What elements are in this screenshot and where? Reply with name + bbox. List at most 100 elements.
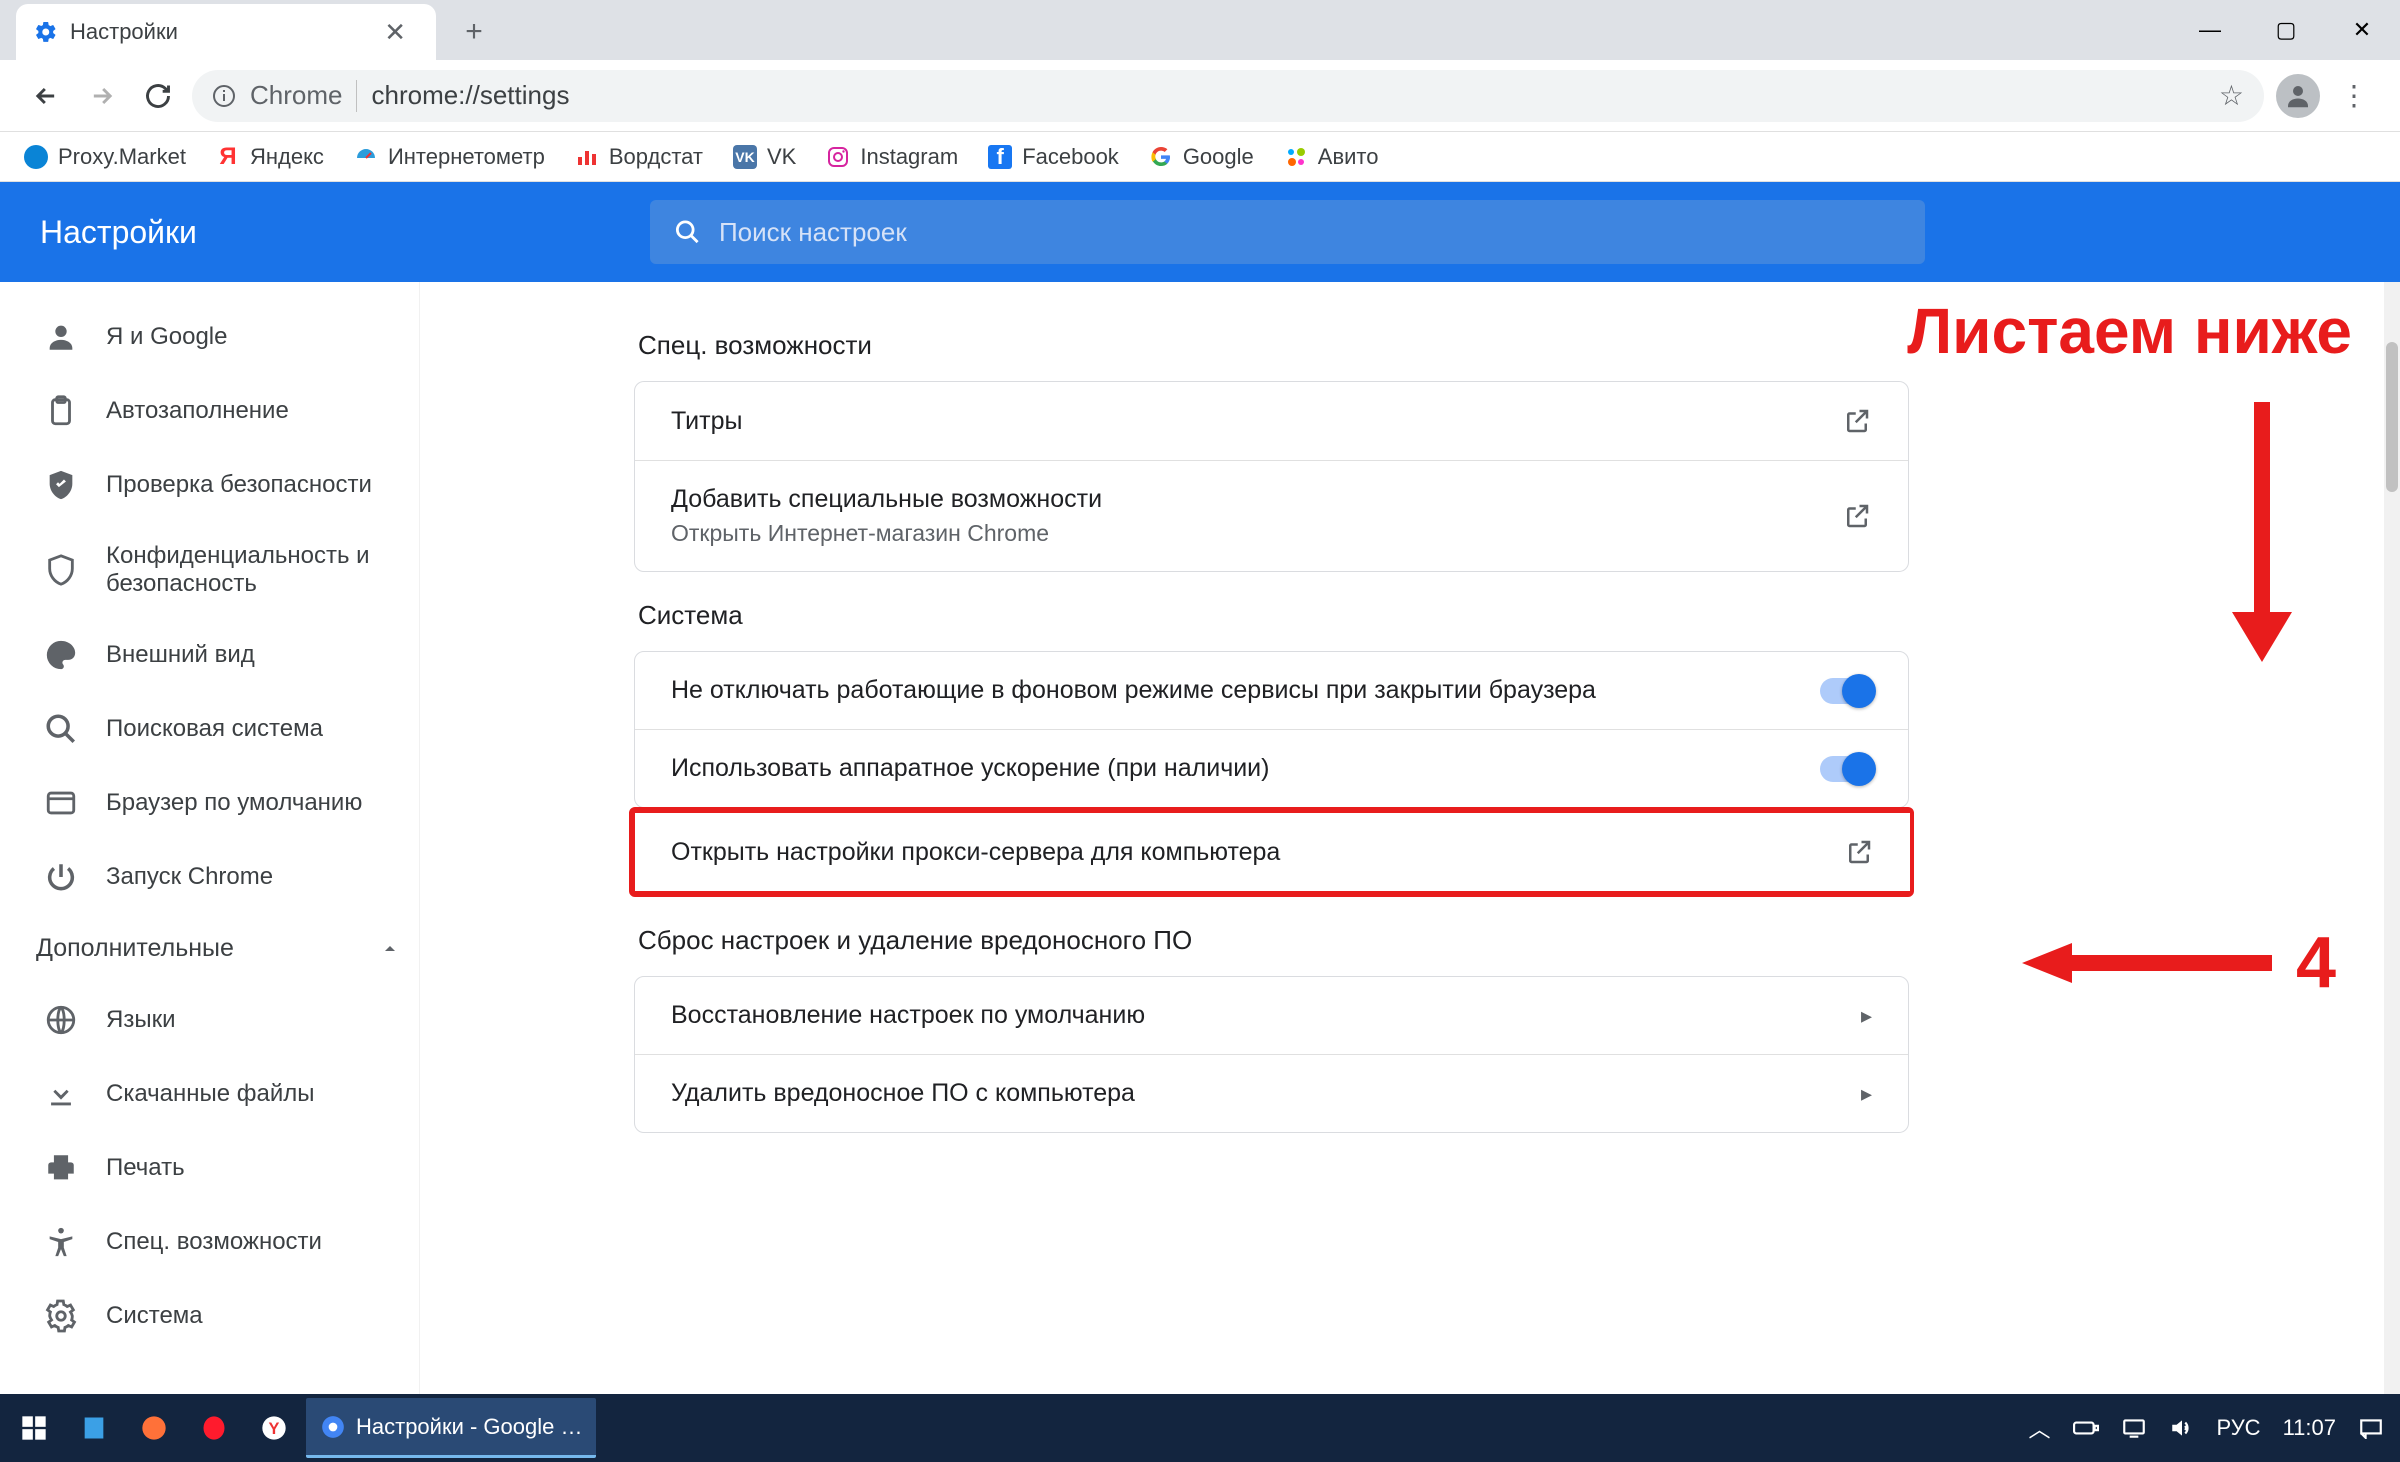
sidebar-item-label: Автозаполнение — [106, 397, 289, 425]
toggle-hardware-accel[interactable] — [1820, 756, 1872, 782]
back-button[interactable] — [24, 74, 68, 118]
taskbar-app-opera[interactable] — [186, 1398, 242, 1458]
palette-icon — [44, 638, 78, 672]
taskbar-app-notepad[interactable] — [66, 1398, 122, 1458]
sidebar-item-label: Система — [106, 1302, 203, 1330]
settings-search[interactable] — [650, 200, 1925, 264]
bookmark-proxymarket[interactable]: Proxy.Market — [24, 144, 186, 170]
sidebar-item-languages[interactable]: Языки — [0, 983, 434, 1057]
bookmark-star-button[interactable]: ☆ — [2219, 79, 2244, 112]
row-add-accessibility[interactable]: Добавить специальные возможности Открыть… — [635, 460, 1908, 571]
sidebar-item-safety-check[interactable]: Проверка безопасности — [0, 448, 434, 522]
taskbar-app-label: Настройки - Google … — [356, 1414, 582, 1440]
sidebar-item-privacy[interactable]: Конфиденциальность и безопасность — [0, 522, 434, 618]
sidebar-scrollbar[interactable] — [420, 282, 434, 1394]
minimize-button[interactable]: — — [2172, 4, 2248, 56]
reload-button[interactable] — [136, 74, 180, 118]
sidebar-item-appearance[interactable]: Внешний вид — [0, 618, 434, 692]
sidebar-item-on-startup[interactable]: Запуск Chrome — [0, 840, 434, 914]
bookmark-instagram[interactable]: Instagram — [826, 144, 958, 170]
bookmark-label: Instagram — [860, 144, 958, 170]
content-scrollbar[interactable] — [2384, 282, 2400, 1394]
row-captions[interactable]: Титры — [635, 382, 1908, 460]
sidebar-item-system[interactable]: Система — [0, 1279, 434, 1353]
bookmark-label: Proxy.Market — [58, 144, 186, 170]
row-proxy-settings[interactable]: Открыть настройки прокси-сервера для ком… — [635, 813, 1910, 891]
volume-icon[interactable] — [2169, 1417, 2195, 1439]
sidebar-item-label: Поисковая система — [106, 715, 323, 743]
bookmarks-bar: Proxy.Market ЯЯндекс Интернетометр Вордс… — [0, 132, 2400, 182]
highlight-box: Открыть настройки прокси-сервера для ком… — [629, 807, 1914, 897]
taskbar-language[interactable]: РУС — [2217, 1415, 2261, 1441]
close-window-button[interactable]: ✕ — [2324, 4, 2400, 56]
browser-tab[interactable]: Настройки ✕ — [16, 4, 436, 60]
sidebar-item-printing[interactable]: Печать — [0, 1131, 434, 1205]
external-link-icon — [1844, 837, 1874, 867]
bookmark-label: Facebook — [1022, 144, 1119, 170]
taskbar-app-yandex-browser[interactable]: Y — [246, 1398, 302, 1458]
sidebar-item-autofill[interactable]: Автозаполнение — [0, 374, 434, 448]
row-sublabel: Открыть Интернет-магазин Chrome — [671, 520, 1102, 547]
url-text: chrome://settings — [371, 80, 569, 111]
network-icon[interactable] — [2121, 1417, 2147, 1439]
row-hardware-accel[interactable]: Использовать аппаратное ускорение (при н… — [635, 729, 1908, 807]
power-icon — [44, 860, 78, 894]
sidebar-item-default-browser[interactable]: Браузер по умолчанию — [0, 766, 434, 840]
sidebar-item-label: Скачанные файлы — [106, 1080, 315, 1108]
row-cleanup[interactable]: Удалить вредоносное ПО с компьютера ▸ — [635, 1054, 1908, 1132]
card-reset: Восстановление настроек по умолчанию ▸ У… — [634, 976, 1909, 1133]
sidebar-item-accessibility[interactable]: Спец. возможности — [0, 1205, 434, 1279]
bookmark-label: Авито — [1318, 144, 1379, 170]
taskbar-clock[interactable]: 11:07 — [2283, 1415, 2336, 1441]
bookmark-yandex[interactable]: ЯЯндекс — [216, 144, 324, 170]
person-icon — [44, 320, 78, 354]
sidebar-item-downloads[interactable]: Скачанные файлы — [0, 1057, 434, 1131]
sidebar-item-label: Языки — [106, 1006, 176, 1034]
kebab-menu-button[interactable]: ⋮ — [2332, 74, 2376, 118]
taskbar-app-firefox[interactable] — [126, 1398, 182, 1458]
bookmark-vk[interactable]: VKVK — [733, 144, 796, 170]
accessibility-icon — [44, 1225, 78, 1259]
print-icon — [44, 1151, 78, 1185]
forward-button[interactable] — [80, 74, 124, 118]
sidebar-item-label: Я и Google — [106, 323, 227, 351]
browser-icon — [44, 786, 78, 820]
chevron-right-icon: ▸ — [1861, 1003, 1872, 1029]
annotation-step-number: 4 — [2284, 920, 2348, 1006]
sidebar-item-search-engine[interactable]: Поисковая система — [0, 692, 434, 766]
bookmark-wordstat[interactable]: Вордстат — [575, 144, 703, 170]
bookmark-avito[interactable]: Авито — [1284, 144, 1379, 170]
start-button[interactable] — [6, 1398, 62, 1458]
new-tab-button[interactable]: + — [454, 12, 494, 52]
sidebar-item-you-and-google[interactable]: Я и Google — [0, 300, 434, 374]
row-label: Добавить специальные возможности — [671, 485, 1102, 514]
gear-icon — [34, 20, 58, 44]
sidebar-group-label: Дополнительные — [36, 934, 234, 963]
bookmark-facebook[interactable]: fFacebook — [988, 144, 1119, 170]
row-label: Титры — [671, 407, 742, 436]
external-link-icon — [1842, 501, 1872, 531]
battery-icon[interactable] — [2073, 1417, 2099, 1439]
bookmark-speedtest[interactable]: Интернетометр — [354, 144, 545, 170]
system-icon — [44, 1299, 78, 1333]
settings-search-input[interactable] — [719, 217, 1901, 248]
maximize-button[interactable]: ▢ — [2248, 4, 2324, 56]
url-separator — [356, 80, 357, 112]
bookmark-google[interactable]: Google — [1149, 144, 1254, 170]
close-tab-button[interactable]: ✕ — [376, 17, 414, 48]
annotation-arrow-left — [2022, 938, 2272, 988]
annotation-step-4: 4 — [2022, 920, 2348, 1006]
url-box[interactable]: Chrome chrome://settings ☆ — [192, 70, 2264, 122]
notifications-icon[interactable] — [2358, 1417, 2384, 1439]
profile-avatar[interactable] — [2276, 74, 2320, 118]
toggle-background-apps[interactable] — [1820, 678, 1872, 704]
row-restore-defaults[interactable]: Восстановление настроек по умолчанию ▸ — [635, 977, 1908, 1054]
taskbar-tray: ︿ РУС 11:07 — [2029, 1412, 2395, 1444]
site-info-icon — [212, 84, 236, 108]
sidebar-group-advanced[interactable]: Дополнительные — [0, 914, 434, 983]
clipboard-icon — [44, 394, 78, 428]
taskbar-app-chrome[interactable]: Настройки - Google … — [306, 1398, 596, 1458]
tray-chevron-icon[interactable]: ︿ — [2029, 1412, 2051, 1444]
row-background-apps[interactable]: Не отключать работающие в фоновом режиме… — [635, 652, 1908, 729]
settings-header: Настройки — [0, 182, 2400, 282]
